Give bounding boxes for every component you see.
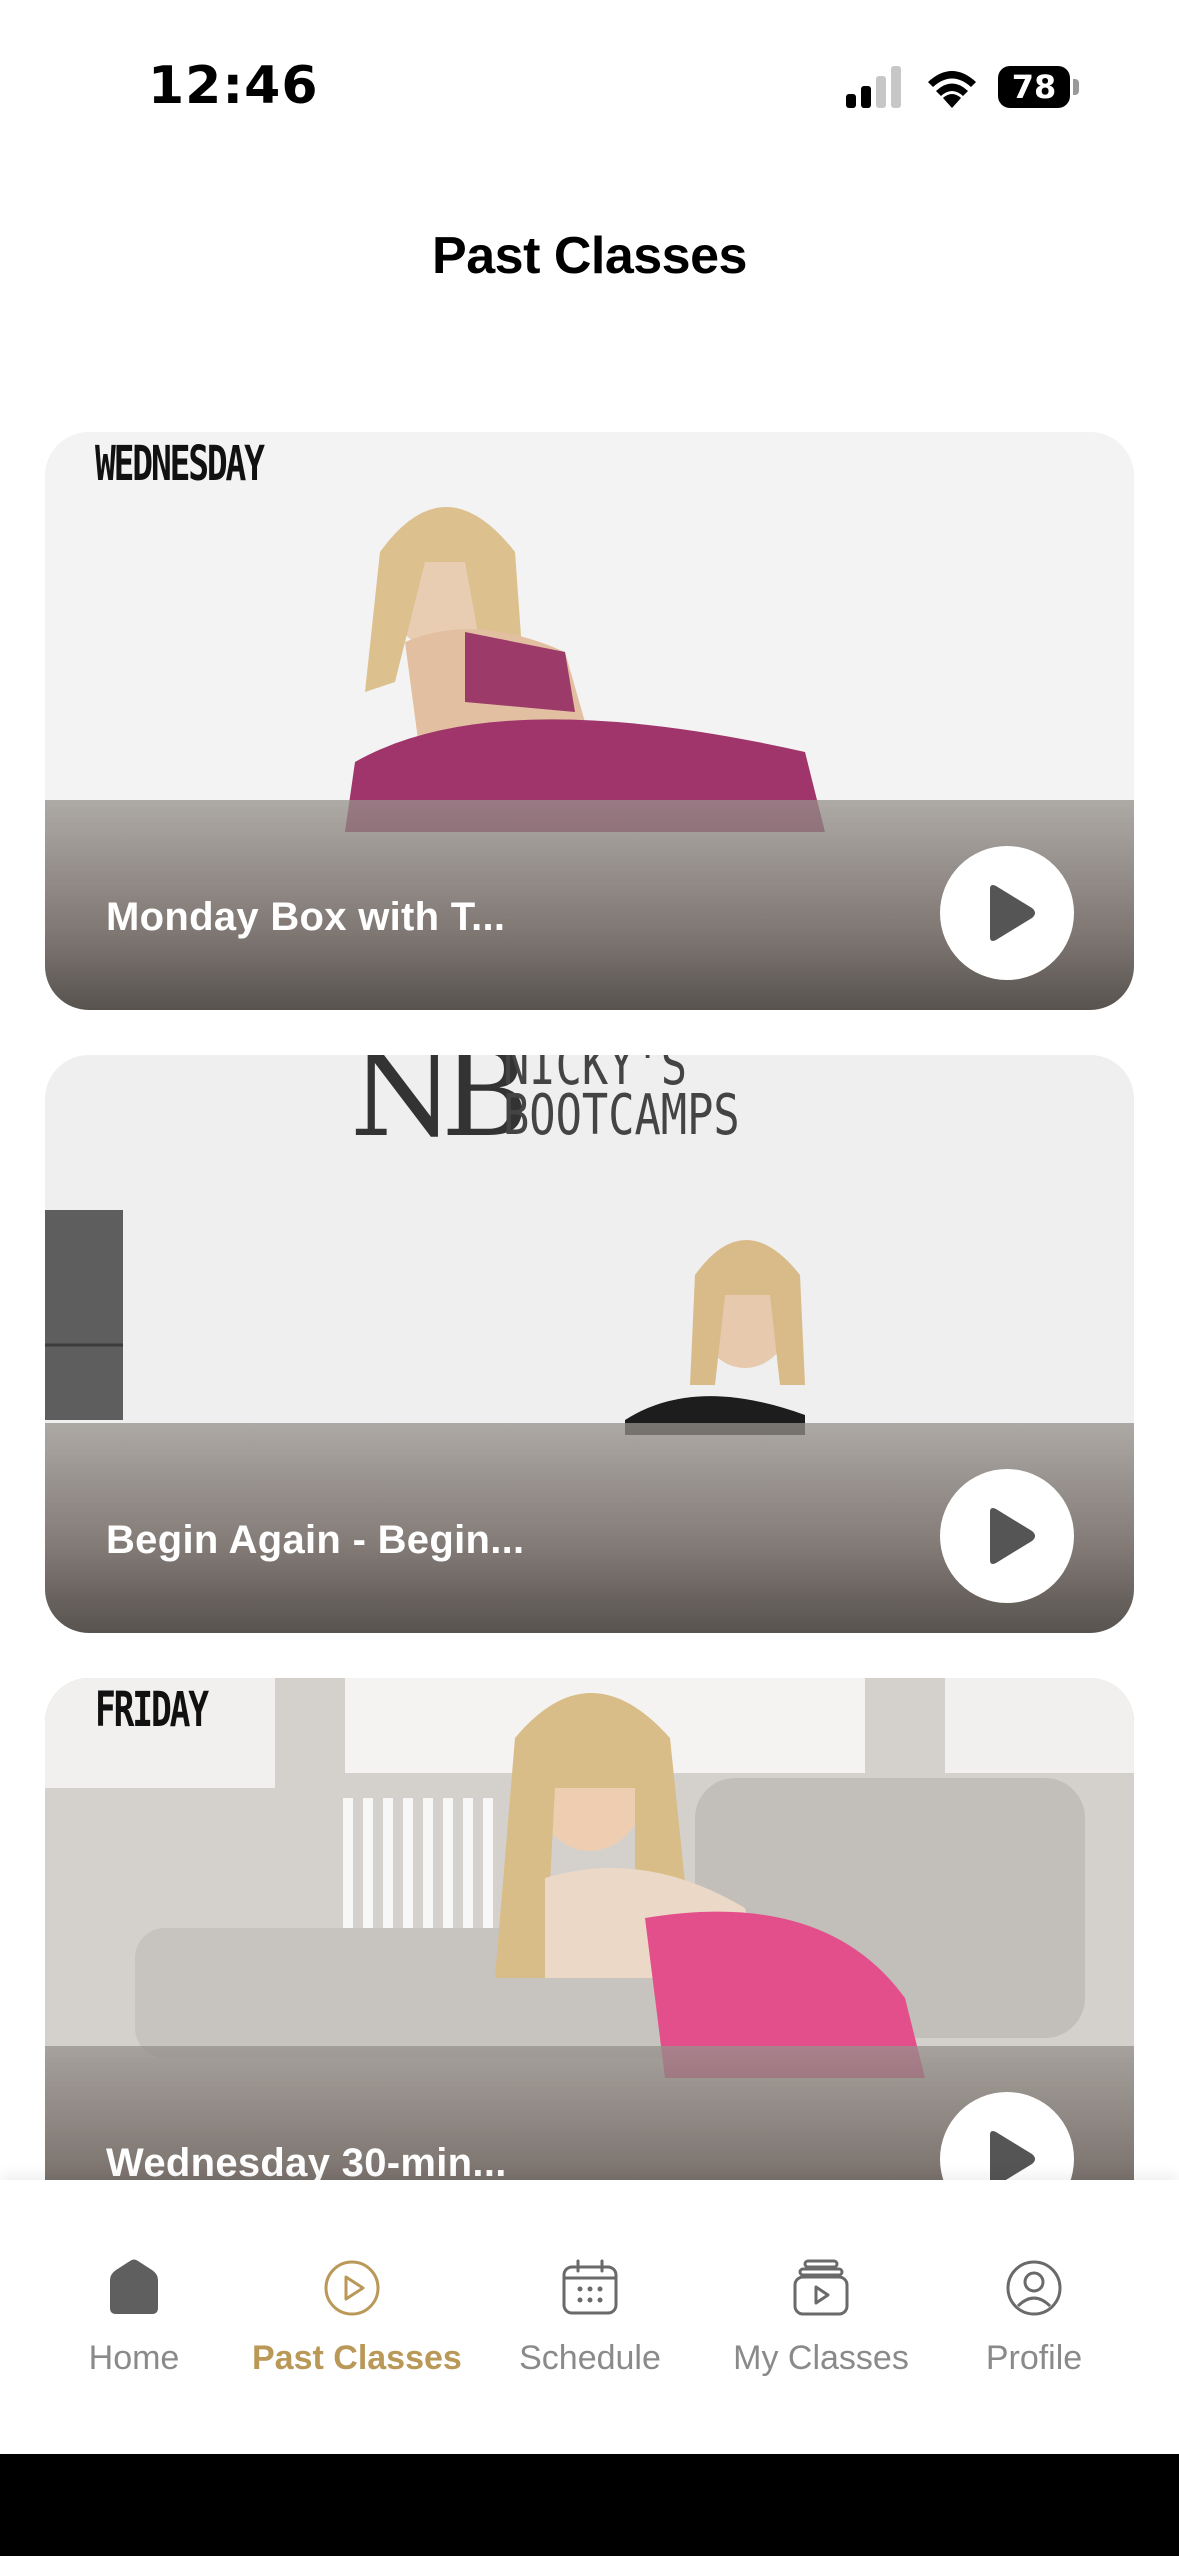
play-button[interactable] [940,846,1074,980]
play-icon [990,885,1035,941]
class-card[interactable]: FRIDAY Wednesday 30-min... [45,1678,1134,2256]
status-time: 12:46 [148,56,319,116]
tab-label: Home [88,2339,180,2377]
day-label: FRIDAY [95,1682,209,1738]
tab-my-classes[interactable]: My Classes [730,2258,912,2378]
video-library-icon [793,2259,849,2316]
battery-tip [1073,79,1079,95]
class-title: Begin Again - Begin... [106,1518,525,1562]
tab-label: Past Classes [252,2339,462,2377]
brand-line-2: BOOTCAMPS [503,1083,740,1148]
tab-schedule[interactable]: Schedule [510,2258,670,2378]
wifi-icon [928,71,976,108]
cellular-signal-icon [846,66,901,108]
status-bar: 12:46 78 [0,0,1179,170]
day-label: WEDNESDAY [95,436,265,492]
user-icon [1006,2260,1062,2316]
home-icon [110,2259,158,2314]
tab-label: Profile [985,2339,1083,2377]
class-card[interactable]: NB NICKY'S BOOTCAMPS Begin Again - Begin… [45,1055,1134,1633]
home-indicator-area [0,2454,1179,2556]
brand-logo-text: NICKY'S BOOTCAMPS [503,1055,806,1148]
battery-indicator: 78 [998,66,1080,108]
class-title: Monday Box with T... [106,895,506,939]
play-button[interactable] [940,1469,1074,1603]
tab-bar: Home Past Classes Schedule My Classes Pr… [0,2180,1179,2454]
tab-label: My Classes [733,2339,909,2377]
battery-level: 78 [998,66,1070,108]
calendar-icon [562,2259,618,2315]
tab-label: Schedule [519,2339,661,2377]
class-card[interactable]: WEDNESDAY Monday Box with T... [45,432,1134,1010]
tab-home[interactable]: Home [74,2258,194,2378]
tab-past-classes[interactable]: Past Classes [252,2258,462,2378]
play-circle-icon [324,2260,380,2316]
brand-logo-mark: NB [350,1055,529,1164]
page-title: Past Classes [432,227,747,285]
tab-profile[interactable]: Profile [972,2258,1096,2378]
play-icon [990,1508,1035,1564]
